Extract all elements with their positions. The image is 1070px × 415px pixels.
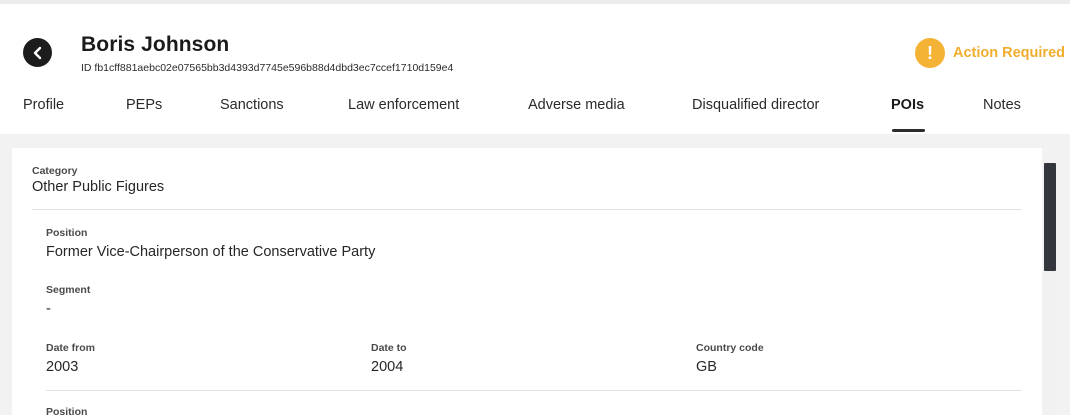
tab-sanctions[interactable]: Sanctions (220, 97, 284, 113)
category-value: Other Public Figures (32, 179, 165, 195)
person-name: Boris Johnson (81, 33, 230, 56)
person-id: ID fb1cff881aebc02e07565bb3d4393d7745e59… (81, 62, 454, 74)
tab-adverse-media[interactable]: Adverse media (528, 97, 625, 113)
tab-law-enforcement[interactable]: Law enforcement (348, 97, 459, 113)
date-from-label: Date from (46, 342, 96, 354)
back-arrow-icon (33, 46, 41, 59)
tab-bar: Profile PEPs Sanctions Law enforcement A… (0, 92, 1070, 134)
status-badge[interactable]: ! Action Required (915, 38, 1065, 68)
tab-disqualified-director[interactable]: Disqualified director (692, 97, 819, 113)
content-area: Category Other Public Figures Position F… (0, 134, 1070, 415)
position-label: Position (46, 227, 88, 239)
divider (32, 209, 1022, 210)
scrollbar-thumb[interactable] (1044, 163, 1056, 271)
date-to-value: 2004 (371, 359, 404, 375)
date-from-value: 2003 (46, 359, 79, 375)
divider (46, 390, 1022, 391)
profile-header: Boris Johnson ID fb1cff881aebc02e07565bb… (0, 4, 1070, 134)
active-tab-indicator (892, 129, 925, 132)
status-label: Action Required (953, 45, 1065, 61)
tab-profile[interactable]: Profile (23, 97, 64, 113)
poi-panel: Category Other Public Figures Position F… (12, 148, 1042, 415)
segment-label: Segment (46, 284, 91, 296)
tab-pois[interactable]: POIs (891, 97, 924, 113)
country-code-value: GB (696, 359, 717, 375)
tab-peps[interactable]: PEPs (126, 97, 162, 113)
tab-notes[interactable]: Notes (983, 97, 1021, 113)
exclamation-icon: ! (915, 38, 946, 68)
position-value: Former Vice-Chairperson of the Conservat… (46, 244, 376, 260)
country-code-label: Country code (696, 342, 764, 354)
category-label: Category (32, 165, 78, 177)
back-button[interactable] (23, 38, 52, 67)
segment-value: - (46, 301, 51, 317)
position-label-2: Position (46, 406, 88, 415)
date-to-label: Date to (371, 342, 407, 354)
